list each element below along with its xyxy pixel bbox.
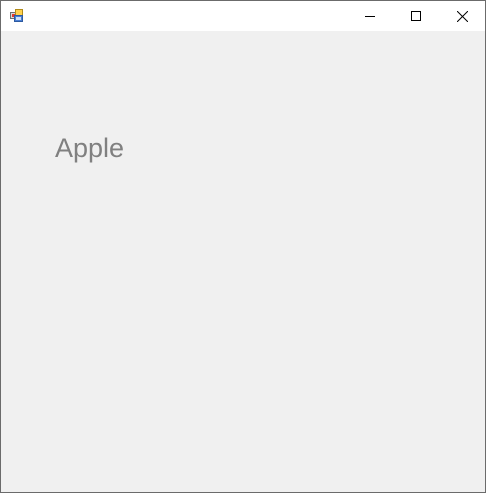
client-area: Apple	[1, 31, 485, 492]
maximize-icon	[411, 11, 421, 21]
minimize-button[interactable]	[347, 1, 393, 31]
close-icon	[456, 10, 468, 22]
close-button[interactable]	[439, 1, 485, 31]
minimize-icon	[365, 16, 375, 17]
app-window: Apple	[0, 0, 486, 493]
app-icon[interactable]	[10, 9, 23, 22]
maximize-button[interactable]	[393, 1, 439, 31]
fruit-label: Apple	[55, 133, 125, 163]
title-bar[interactable]	[1, 1, 485, 31]
